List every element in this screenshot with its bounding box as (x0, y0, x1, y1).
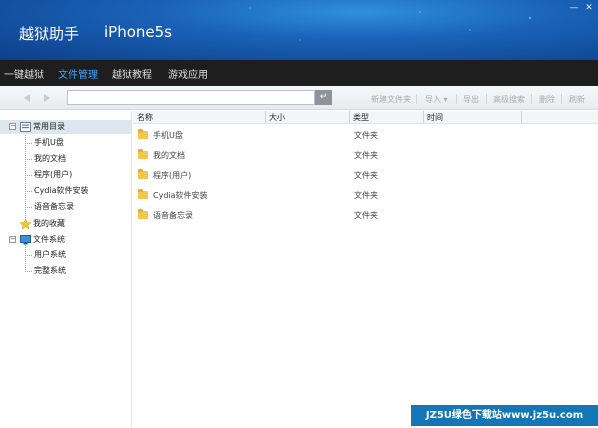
tree-connector (25, 175, 32, 176)
file-type: 文件夹 (354, 151, 378, 160)
tree-node-label: 常用目录 (33, 122, 65, 131)
main-nav: 一键越狱 文件管理 越狱教程 游戏应用 (0, 60, 598, 86)
delete-button[interactable]: 删除 (539, 94, 555, 105)
directory-tree: − 常用目录 手机U盘 我的文档 程序(用户) Cydia软件安装 语音备忘录 … (0, 111, 132, 428)
nav-item-games[interactable]: 游戏应用 (168, 66, 208, 81)
tree-node-favorites[interactable]: 我的收藏 (0, 217, 131, 231)
toolbar-separator (561, 94, 562, 104)
file-row[interactable]: 语音备忘录 文件夹 (133, 207, 533, 225)
file-type: 文件夹 (354, 171, 378, 180)
folder-icon (138, 189, 148, 199)
minimize-button[interactable]: — (568, 3, 580, 13)
column-separator[interactable] (423, 111, 424, 123)
tree-connector (25, 131, 26, 222)
advanced-search-button[interactable]: 高级搜索 (493, 94, 525, 105)
tree-connector (25, 191, 32, 192)
common-dir-icon (20, 122, 31, 132)
import-label: 导入 (425, 95, 441, 104)
file-name: 语音备忘录 (153, 211, 193, 220)
watermark: JZ5U绿色下载站www.jz5u.com (411, 405, 598, 426)
toolbar-separator (456, 94, 457, 104)
file-name: Cydia软件安装 (153, 191, 208, 200)
import-button[interactable]: 导入 ▾ (425, 94, 448, 105)
column-separator[interactable] (521, 111, 522, 123)
file-type: 文件夹 (354, 191, 378, 200)
computer-icon (20, 235, 31, 245)
tree-node-my-docs[interactable]: 我的文档 (34, 152, 66, 166)
tree-node-full-system[interactable]: 完整系统 (34, 264, 66, 278)
column-header-time[interactable]: 时间 (427, 112, 443, 123)
nav-item-tutorials[interactable]: 越狱教程 (112, 66, 152, 81)
new-folder-button[interactable]: 新建文件夹 (371, 94, 411, 105)
address-input[interactable] (67, 90, 315, 105)
device-name: iPhone5s (104, 23, 172, 41)
folder-icon (138, 209, 148, 219)
tree-node-label: 我的收藏 (33, 219, 65, 228)
refresh-button[interactable]: 刷新 (569, 94, 585, 105)
toolbar: ↵ 新建文件夹 导入 ▾ 导出 高级搜索 删除 刷新 (0, 86, 598, 110)
tree-connector (25, 245, 26, 272)
tree-node-file-system[interactable]: − 文件系统 (0, 233, 131, 247)
tree-node-cydia[interactable]: Cydia软件安装 (34, 184, 89, 198)
column-header-name[interactable]: 名称 (137, 112, 153, 123)
collapse-icon[interactable]: − (9, 123, 16, 130)
file-name: 程序(用户) (153, 171, 192, 180)
collapse-icon[interactable]: − (9, 236, 16, 243)
file-type: 文件夹 (354, 131, 378, 140)
app-title: 越狱助手 (19, 25, 80, 43)
export-button[interactable]: 导出 (463, 94, 479, 105)
column-separator[interactable] (265, 111, 266, 123)
tree-node-programs[interactable]: 程序(用户) (34, 168, 72, 182)
toolbar-separator (416, 94, 417, 104)
file-type: 文件夹 (354, 211, 378, 220)
toolbar-separator (531, 94, 532, 104)
tree-connector (25, 255, 32, 256)
file-row[interactable]: 程序(用户) 文件夹 (133, 167, 533, 185)
column-separator[interactable] (349, 111, 350, 123)
file-name: 我的文档 (153, 151, 185, 160)
tree-node-voice-memos[interactable]: 语音备忘录 (34, 200, 74, 214)
close-button[interactable]: ✕ (583, 3, 595, 13)
tree-connector (25, 207, 32, 208)
tree-connector (25, 271, 32, 272)
chevron-down-icon: ▾ (443, 95, 448, 104)
forward-arrow-icon[interactable] (44, 94, 50, 102)
go-button[interactable]: ↵ (315, 90, 332, 105)
back-arrow-icon[interactable] (24, 94, 30, 102)
tree-node-phone-disk[interactable]: 手机U盘 (34, 136, 64, 150)
column-header-type[interactable]: 类型 (353, 112, 369, 123)
tree-node-common-dirs[interactable]: − 常用目录 (0, 120, 131, 134)
nav-item-file-manager[interactable]: 文件管理 (58, 66, 98, 81)
file-row[interactable]: 手机U盘 文件夹 (133, 127, 533, 145)
title-bar: 越狱助手 iPhone5s — ✕ (0, 0, 598, 60)
column-header-size[interactable]: 大小 (269, 112, 285, 123)
file-row[interactable]: 我的文档 文件夹 (133, 147, 533, 165)
toolbar-separator (486, 94, 487, 104)
tree-node-label: 文件系统 (33, 235, 65, 244)
file-name: 手机U盘 (153, 131, 183, 140)
folder-icon (138, 169, 148, 179)
tree-connector (25, 159, 32, 160)
folder-icon (138, 129, 148, 139)
title-bar-background (0, 0, 598, 60)
folder-icon (138, 149, 148, 159)
nav-item-jailbreak[interactable]: 一键越狱 (4, 66, 44, 81)
file-row[interactable]: Cydia软件安装 文件夹 (133, 187, 533, 205)
star-icon (20, 219, 31, 229)
tree-node-user-system[interactable]: 用户系统 (34, 248, 66, 262)
tree-connector (25, 143, 32, 144)
file-list-header: 名称 大小 类型 时间 (133, 111, 598, 124)
